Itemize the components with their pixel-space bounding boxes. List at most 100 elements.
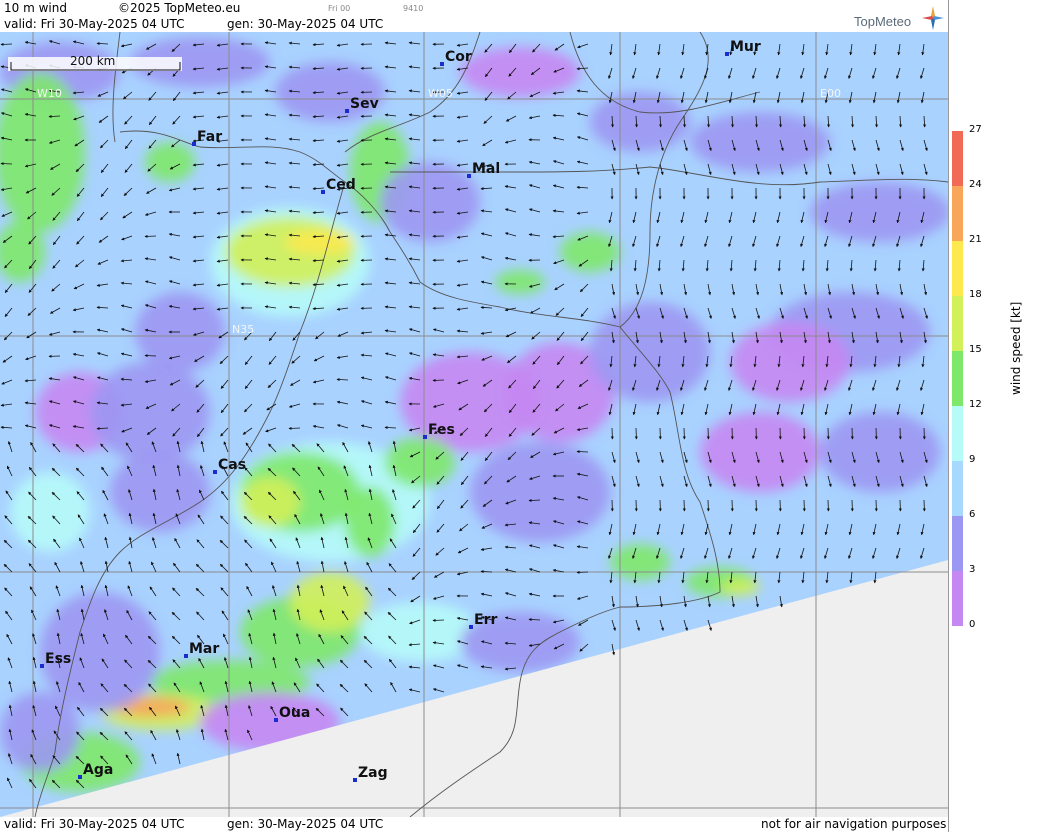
wind-arrow bbox=[0, 42, 13, 46]
compass-star-icon bbox=[922, 6, 944, 30]
city-marker-dot bbox=[725, 52, 729, 56]
wind-speed-patch bbox=[290, 572, 370, 632]
disclaimer-text: not for air navigation purposes bbox=[761, 817, 947, 831]
grid-label-n35: N35 bbox=[232, 323, 254, 336]
city-marker-dot bbox=[423, 435, 427, 439]
city-ess[interactable]: Ess bbox=[40, 651, 71, 668]
city-marker-dot bbox=[345, 109, 349, 113]
city-mur[interactable]: Mur bbox=[725, 39, 761, 56]
city-label: Cor bbox=[445, 49, 472, 65]
city-mal[interactable]: Mal bbox=[467, 161, 500, 178]
legend-tick-label: 27 bbox=[969, 124, 982, 135]
city-marker-dot bbox=[321, 190, 325, 194]
wind-speed-patch bbox=[0, 692, 80, 772]
wind-speed-patch bbox=[240, 477, 300, 527]
legend-color-step bbox=[952, 516, 963, 571]
legend-color-step bbox=[952, 406, 963, 461]
city-label: Zag bbox=[358, 765, 388, 781]
grid-label-w05: W05 bbox=[428, 87, 453, 100]
wind-speed-patch bbox=[810, 182, 948, 242]
topmeteo-logo[interactable]: TopMeteo bbox=[854, 6, 944, 30]
legend-tick-label: 6 bbox=[969, 509, 976, 520]
legend-color-step bbox=[952, 571, 963, 626]
wind-speed-patch bbox=[590, 302, 710, 402]
city-marker-dot bbox=[467, 174, 471, 178]
legend-tick-label: 18 bbox=[969, 289, 982, 300]
wind-arrow bbox=[432, 378, 445, 382]
map-title: 10 m wind bbox=[4, 1, 67, 15]
small-time-label: Fri 00 bbox=[328, 4, 351, 13]
city-aga[interactable]: Aga bbox=[78, 762, 113, 779]
city-label: Ess bbox=[45, 651, 71, 667]
city-fes[interactable]: Fes bbox=[423, 422, 455, 439]
legend-unit-label: wind speed [kt] bbox=[1009, 301, 1023, 395]
legend-tick-label: 9 bbox=[969, 454, 976, 465]
wind-speed-patch bbox=[285, 230, 355, 254]
city-label: Err bbox=[474, 612, 497, 628]
wind-arrow bbox=[576, 450, 589, 454]
wind-speed-patch bbox=[10, 472, 90, 552]
city-marker-dot bbox=[469, 625, 473, 629]
city-label: Mar bbox=[189, 641, 219, 657]
footer-bar: valid: Fri 30-May-2025 04 UTC gen: 30-Ma… bbox=[0, 817, 948, 832]
wind-map-canvas: W10 W05 E00 N35 200 km Cor Mur Sev Far Ced Ma… bbox=[0, 32, 948, 817]
city-label: Oua bbox=[279, 705, 310, 721]
city-marker-dot bbox=[40, 664, 44, 668]
city-label: Cas bbox=[218, 457, 246, 473]
city-marker-dot bbox=[440, 62, 444, 66]
city-marker-dot bbox=[353, 778, 357, 782]
wind-map[interactable]: W10 W05 E00 N35 200 km Cor Mur Sev Far Ced Ma… bbox=[0, 32, 948, 817]
wind-arrow bbox=[576, 570, 589, 574]
grid-label-w10: W10 bbox=[37, 87, 62, 100]
city-label: Far bbox=[197, 129, 222, 145]
header-bar: 10 m wind ©2025 TopMeteo.eu Fri 00 9410 … bbox=[0, 0, 948, 32]
city-label: Fes bbox=[428, 422, 455, 438]
city-err[interactable]: Err bbox=[469, 612, 497, 629]
wind-speed-patch bbox=[345, 487, 395, 557]
city-label: Mur bbox=[730, 39, 761, 55]
city-ced[interactable]: Ced bbox=[321, 177, 356, 194]
city-far[interactable]: Far bbox=[192, 129, 222, 146]
legend-tick-label: 24 bbox=[969, 179, 982, 190]
legend-color-step bbox=[952, 186, 963, 241]
legend-color-step bbox=[952, 131, 963, 186]
wind-arrow bbox=[144, 234, 157, 238]
wind-arrow bbox=[144, 354, 157, 358]
city-marker-dot bbox=[192, 142, 196, 146]
wind-speed-legend: 27 24 21 18 15 12 9 6 3 0 wind speed [kt] bbox=[948, 0, 1039, 832]
wind-speed-patch bbox=[495, 270, 545, 294]
legend-tick-label: 15 bbox=[969, 344, 982, 355]
city-mar[interactable]: Mar bbox=[184, 641, 219, 658]
generation-time: gen: 30-May-2025 04 UTC bbox=[227, 17, 384, 31]
wind-arrow bbox=[432, 618, 445, 622]
wind-speed-patch bbox=[730, 322, 850, 402]
wind-speed-patch bbox=[145, 142, 195, 182]
wind-arrow bbox=[288, 426, 301, 430]
city-label: Mal bbox=[472, 161, 500, 177]
city-marker-dot bbox=[213, 470, 217, 474]
wind-speed-patch bbox=[385, 437, 455, 487]
city-marker-dot bbox=[78, 775, 82, 779]
wind-speed-patch bbox=[110, 452, 210, 532]
wind-speed-patch bbox=[460, 47, 580, 97]
city-zag[interactable]: Zag bbox=[353, 765, 388, 782]
wind-speed-patch bbox=[380, 162, 480, 242]
city-label: Ced bbox=[326, 177, 356, 193]
city-label: Sev bbox=[350, 96, 379, 112]
legend-tick-label: 0 bbox=[969, 619, 976, 630]
wind-speed-patch bbox=[360, 602, 480, 662]
wind-speed-patch bbox=[690, 112, 830, 172]
scale-label: 200 km bbox=[70, 54, 115, 68]
wind-speed-patch bbox=[720, 579, 760, 595]
city-oua[interactable]: Oua bbox=[274, 705, 310, 722]
wind-speed-patch bbox=[820, 412, 940, 492]
city-label: Aga bbox=[83, 762, 113, 778]
legend-color-step bbox=[952, 351, 963, 406]
footer-generation-time: gen: 30-May-2025 04 UTC bbox=[227, 817, 384, 831]
city-cas[interactable]: Cas bbox=[213, 457, 246, 474]
city-marker-dot bbox=[274, 718, 278, 722]
city-cor[interactable]: Cor bbox=[440, 49, 472, 66]
wind-speed-patch bbox=[700, 412, 820, 492]
wind-speed-patch bbox=[590, 92, 690, 152]
city-sev[interactable]: Sev bbox=[345, 96, 379, 113]
